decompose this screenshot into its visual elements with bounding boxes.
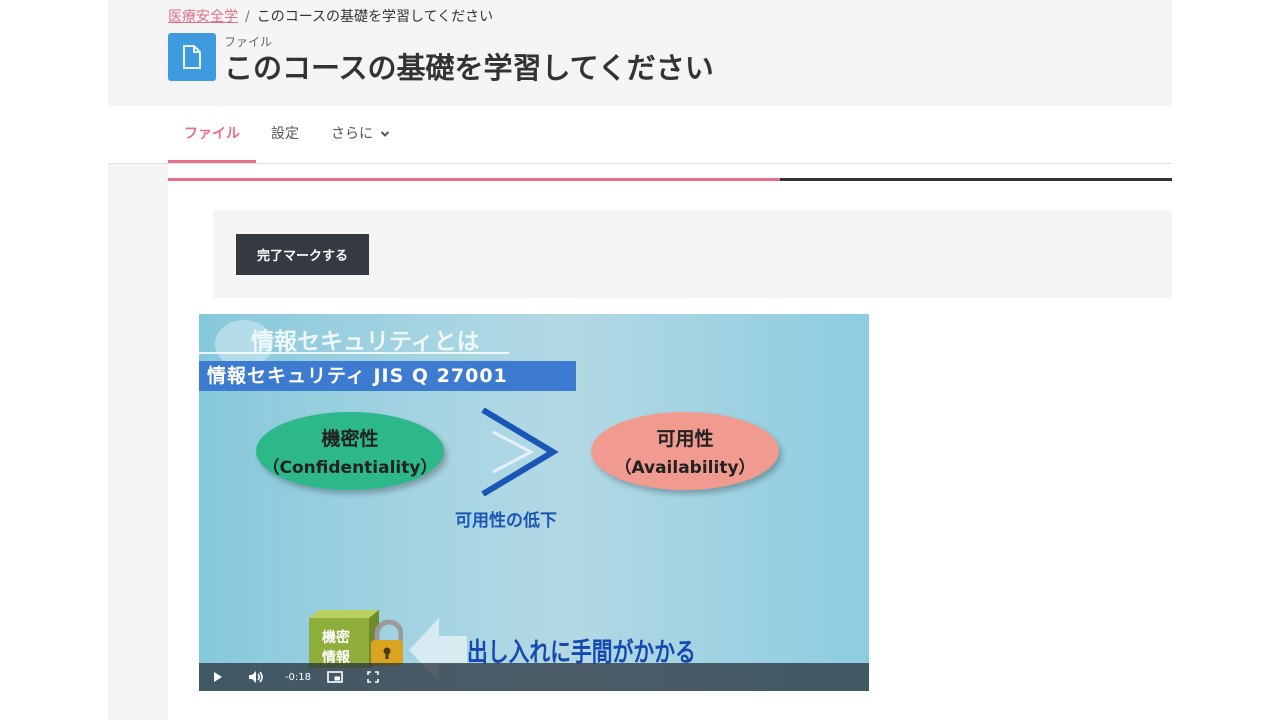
picture-in-picture-icon bbox=[327, 671, 343, 683]
volume-icon bbox=[249, 671, 263, 683]
activity-progress-bar bbox=[168, 178, 1172, 181]
slide-title: 情報セキュリティとは bbox=[251, 329, 480, 355]
tab-more-label: さらに bbox=[331, 126, 373, 142]
play-button[interactable] bbox=[207, 663, 229, 691]
availability-label: 可用性 bbox=[656, 428, 714, 450]
tab-more[interactable]: さらに bbox=[331, 106, 390, 163]
fullscreen-button[interactable] bbox=[362, 663, 384, 691]
comparison-caption: 可用性の低下 bbox=[455, 511, 557, 531]
file-icon bbox=[168, 33, 216, 81]
cube-label-line1: 機密 bbox=[322, 630, 350, 646]
video-player[interactable]: 情報セキュリティとは 情報セキュリティ JIS Q 27001 機密性 （Con… bbox=[199, 314, 869, 691]
page-title: このコースの基礎を学習してください bbox=[224, 51, 714, 85]
fullscreen-icon bbox=[367, 671, 379, 683]
page-header: 医療安全学 / このコースの基礎を学習してください ファイル このコースの基礎を学習… bbox=[108, 0, 1172, 106]
video-controls-bar: -0:18 bbox=[199, 663, 869, 691]
slide-banner: 情報セキュリティ JIS Q 27001 bbox=[199, 361, 576, 391]
volume-button[interactable] bbox=[245, 663, 267, 691]
greater-than-icon bbox=[481, 408, 559, 496]
availability-english-label: （Availability） bbox=[614, 458, 756, 478]
breadcrumb-separator: / bbox=[245, 9, 250, 25]
tab-file[interactable]: ファイル bbox=[168, 106, 256, 163]
breadcrumb-current: このコースの基礎を学習してください bbox=[256, 9, 494, 25]
slide-title-underline bbox=[199, 352, 509, 354]
confidentiality-english-label: （Confidentiality） bbox=[262, 458, 438, 478]
chevron-down-icon bbox=[381, 131, 390, 137]
breadcrumb-course-link[interactable]: 医療安全学 bbox=[168, 9, 238, 25]
breadcrumb: 医療安全学 / このコースの基礎を学習してください bbox=[168, 6, 493, 26]
left-gutter bbox=[108, 164, 168, 720]
completion-panel: 完了マークする bbox=[213, 210, 1172, 298]
activity-progress-fill bbox=[168, 178, 781, 181]
mark-complete-button[interactable]: 完了マークする bbox=[236, 234, 369, 275]
secondary-navigation: ファイル 設定 さらに bbox=[108, 106, 1172, 164]
page: 医療安全学 / このコースの基礎を学習してください ファイル このコースの基礎を学習… bbox=[108, 0, 1172, 720]
confidential-info-box-label: 機密 情報 bbox=[318, 628, 354, 668]
time-remaining: -0:18 bbox=[284, 671, 312, 683]
picture-in-picture-button[interactable] bbox=[324, 663, 346, 691]
tab-settings[interactable]: 設定 bbox=[271, 106, 299, 163]
play-icon bbox=[214, 672, 222, 682]
confidentiality-label: 機密性 bbox=[321, 428, 379, 450]
confidentiality-ellipse: 機密性 （Confidentiality） bbox=[256, 412, 444, 490]
availability-ellipse: 可用性 （Availability） bbox=[591, 412, 779, 490]
